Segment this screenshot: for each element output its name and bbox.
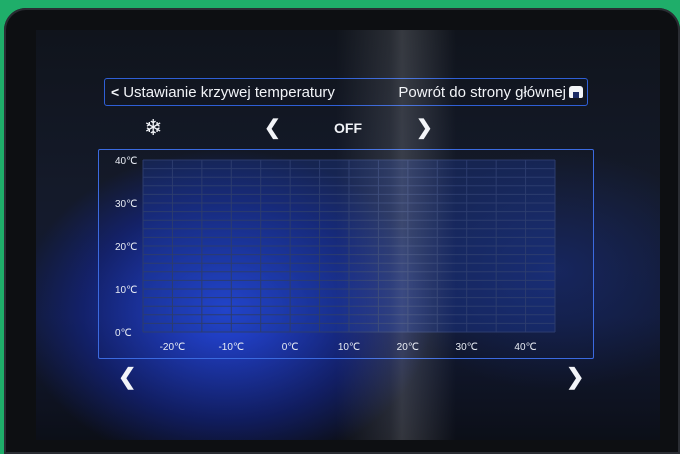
back-button[interactable]: < Ustawianie krzywej temperatury xyxy=(105,84,335,101)
x-tick-label: 10℃ xyxy=(338,342,360,353)
y-tick-label: 0℃ xyxy=(115,328,132,339)
mode-prev-button[interactable]: ❮ xyxy=(264,116,281,140)
x-tick-label: 30℃ xyxy=(456,342,478,353)
y-tick-label: 20℃ xyxy=(115,242,137,253)
y-tick-label: 40℃ xyxy=(115,156,137,167)
y-tick-label: 30℃ xyxy=(115,199,137,210)
mode-next-button[interactable]: ❯ xyxy=(416,116,433,140)
chart-canvas: 0℃ 10℃ 20℃ 30℃ 40℃ -20℃ -10℃ 0℃ 10℃ 20℃ 30℃ 40℃ xyxy=(115,156,556,353)
page-prev-button[interactable]: ❮ xyxy=(118,364,136,390)
top-bar: < Ustawianie krzywej temperatury Powrót … xyxy=(104,78,588,106)
x-tick-label: 40℃ xyxy=(514,342,536,353)
x-tick-label: -10℃ xyxy=(218,342,244,353)
home-button[interactable]: Powrót do strony głównej xyxy=(398,84,587,101)
mode-selector: ❄ ❮ OFF ❯ xyxy=(144,116,444,140)
chevron-left-icon: < xyxy=(111,84,120,100)
home-icon xyxy=(569,86,583,98)
x-tick-label: 20℃ xyxy=(397,342,419,353)
screen: < Ustawianie krzywej temperatury Powrót … xyxy=(36,30,660,440)
mode-value: OFF xyxy=(334,120,362,136)
y-tick-label: 10℃ xyxy=(115,285,137,296)
x-tick-label: -20℃ xyxy=(160,342,186,353)
home-label: Powrót do strony głównej xyxy=(398,83,566,101)
page-title: Ustawianie krzywej temperatury xyxy=(123,83,335,101)
x-tick-label: 0℃ xyxy=(282,342,299,353)
page-next-button[interactable]: ❯ xyxy=(566,364,584,390)
snowflake-icon: ❄ xyxy=(144,115,163,140)
temperature-curve-chart[interactable]: 0℃ 10℃ 20℃ 30℃ 40℃ -20℃ -10℃ 0℃ 10℃ 20℃ 30℃ 40℃ xyxy=(98,149,594,359)
